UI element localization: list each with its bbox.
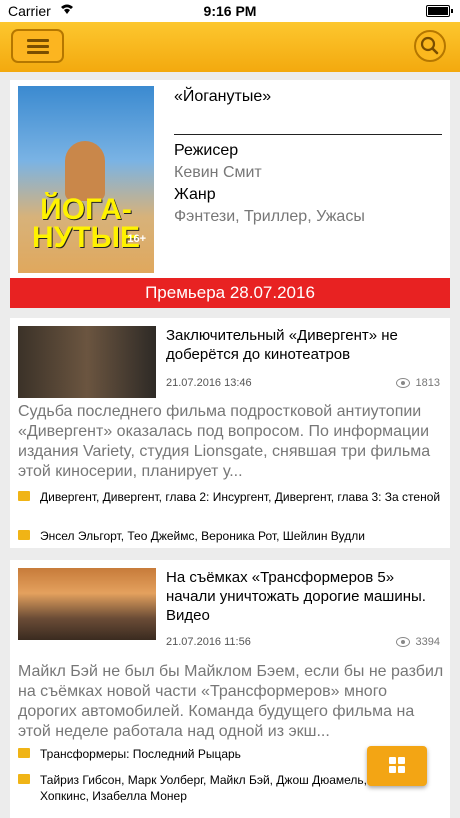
views-value: 1813 <box>415 377 440 389</box>
person-icon <box>18 530 30 540</box>
hamburger-icon <box>27 45 49 48</box>
grid-icon <box>398 757 405 764</box>
news-thumbnail[interactable] <box>18 568 156 640</box>
news-thumbnail[interactable] <box>18 326 156 398</box>
hamburger-icon <box>27 51 49 54</box>
grid-icon <box>389 766 396 773</box>
movie-title[interactable]: «Йоганутые» <box>174 88 271 106</box>
news-description: Судьба последнего фильма подростковой ан… <box>18 403 431 480</box>
related-movies-text[interactable]: Дивергент, Дивергент, глава 2: Инсургент… <box>40 489 444 505</box>
clock: 9:16 PM <box>203 3 257 19</box>
news-date: 21.07.2016 11:56 <box>166 636 251 648</box>
eye-icon <box>395 637 410 648</box>
news-date: 21.07.2016 13:46 <box>166 377 252 389</box>
views-value: 3394 <box>415 636 440 648</box>
battery-level <box>428 7 448 15</box>
app-bar <box>0 22 460 72</box>
news-card[interactable]: Заключительный «Дивергент» не доберётся … <box>10 318 450 548</box>
director-label: Режисер <box>174 142 239 159</box>
eye-icon <box>395 378 410 389</box>
grid-menu-button[interactable] <box>367 746 427 786</box>
menu-button[interactable] <box>11 29 64 63</box>
director-value: Кевин Смит <box>174 164 262 181</box>
related-movies[interactable]: Дивергент, Дивергент, глава 2: Инсургент… <box>18 489 444 505</box>
news-title[interactable]: Заключительный «Дивергент» не доберётся … <box>166 326 444 364</box>
view-count: 1813 <box>395 377 440 389</box>
related-people-text[interactable]: Энсел Эльгорт, Тео Джеймс, Вероника Рот,… <box>40 528 444 544</box>
search-icon <box>420 36 439 55</box>
grid-icon <box>389 757 396 764</box>
view-count: 3394 <box>395 636 440 648</box>
news-description: Майкл Бэй не был бы Майклом Бэем, если б… <box>18 663 444 740</box>
genre-value: Фэнтези, Триллер, Ужасы <box>174 208 365 225</box>
poster-figure <box>65 141 105 201</box>
grid-icon <box>398 766 405 773</box>
film-icon <box>18 491 30 501</box>
film-icon <box>18 748 30 758</box>
divider <box>174 134 442 135</box>
person-icon <box>18 774 30 784</box>
movie-poster[interactable]: ЙОГА-НУТЫЕ 16+ <box>18 86 154 273</box>
premiere-banner[interactable]: Премьера 28.07.2016 <box>10 278 450 308</box>
featured-movie-card[interactable]: ЙОГА-НУТЫЕ 16+ «Йоганутые» Режисер Кевин… <box>10 80 450 308</box>
age-rating: 16+ <box>127 233 146 245</box>
news-title[interactable]: На съёмках «Трансформеров 5» начали унич… <box>166 568 444 625</box>
related-people[interactable]: Энсел Эльгорт, Тео Джеймс, Вероника Рот,… <box>18 528 444 544</box>
hamburger-icon <box>27 39 49 42</box>
genre-label: Жанр <box>174 186 216 203</box>
search-button[interactable] <box>414 30 446 62</box>
status-bar: Carrier 9:16 PM <box>0 0 460 22</box>
battery-icon <box>426 5 453 17</box>
